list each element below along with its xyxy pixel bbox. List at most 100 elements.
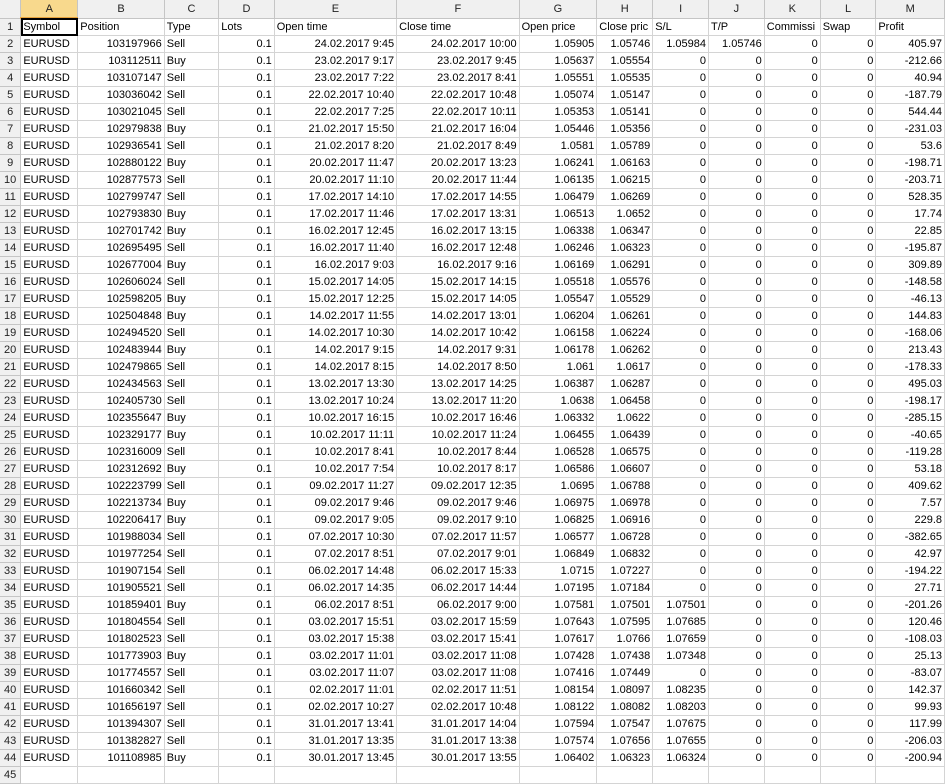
cell[interactable]: 09.02.2017 9:46 — [396, 494, 520, 512]
cell[interactable]: 0 — [820, 35, 877, 53]
cell[interactable]: 06.02.2017 14:35 — [274, 579, 398, 597]
cell[interactable]: 0 — [764, 69, 821, 87]
cell[interactable]: 1.07501 — [596, 596, 654, 614]
cell[interactable]: 0 — [820, 647, 877, 665]
cell[interactable]: 409.62 — [875, 477, 945, 495]
cell[interactable]: 42.97 — [875, 545, 945, 563]
cell[interactable]: 0 — [708, 86, 765, 104]
column-header-i[interactable]: I — [652, 0, 709, 19]
cell[interactable]: 0 — [764, 664, 821, 682]
cell[interactable]: 0 — [764, 698, 821, 716]
cell[interactable]: T/P — [708, 18, 765, 36]
cell[interactable]: 1.06163 — [596, 154, 654, 172]
cell[interactable]: 1.06788 — [596, 477, 654, 495]
cell[interactable]: 101394307 — [77, 715, 165, 733]
cell[interactable]: Sell — [164, 732, 220, 750]
cell[interactable]: 1.06513 — [519, 205, 598, 223]
cell[interactable]: Close pric — [596, 18, 654, 36]
cell[interactable]: Buy — [164, 222, 220, 240]
cell[interactable]: Close time — [396, 18, 520, 36]
cell[interactable]: 0 — [708, 511, 765, 529]
cell[interactable]: 1.08122 — [519, 698, 598, 716]
cell[interactable]: 0.1 — [218, 52, 275, 70]
cell[interactable]: 102701742 — [77, 222, 165, 240]
cell[interactable]: Lots — [218, 18, 275, 36]
cell[interactable]: 0.1 — [218, 154, 275, 172]
cell[interactable]: 0.1 — [218, 375, 275, 393]
cell[interactable]: Buy — [164, 154, 220, 172]
row-number[interactable]: 4 — [0, 69, 22, 87]
cell[interactable]: 0 — [764, 732, 821, 750]
cell[interactable]: 0 — [820, 358, 877, 376]
row-number[interactable]: 19 — [0, 324, 22, 342]
cell[interactable]: 102312692 — [77, 460, 165, 478]
cell[interactable]: 102213734 — [77, 494, 165, 512]
cell[interactable]: EURUSD — [20, 392, 79, 410]
cell[interactable]: 0 — [708, 494, 765, 512]
cell[interactable]: 06.02.2017 15:33 — [396, 562, 520, 580]
cell[interactable] — [875, 766, 945, 784]
cell[interactable]: 23.02.2017 7:22 — [274, 69, 398, 87]
cell[interactable]: 13.02.2017 10:24 — [274, 392, 398, 410]
cell[interactable] — [164, 766, 220, 784]
cell[interactable]: Buy — [164, 511, 220, 529]
row-number[interactable]: 28 — [0, 477, 22, 495]
cell[interactable]: 0 — [708, 681, 765, 699]
cell[interactable]: Buy — [164, 307, 220, 325]
cell[interactable]: 14.02.2017 9:15 — [274, 341, 398, 359]
cell[interactable]: 03.02.2017 15:51 — [274, 613, 398, 631]
cell[interactable]: 0 — [652, 256, 709, 274]
cell[interactable]: 1.05637 — [519, 52, 598, 70]
cell[interactable]: 22.85 — [875, 222, 945, 240]
cell[interactable]: 0.1 — [218, 460, 275, 478]
row-number[interactable]: 36 — [0, 613, 22, 631]
cell[interactable]: 09.02.2017 9:46 — [274, 494, 398, 512]
cell[interactable]: 1.05576 — [596, 273, 654, 291]
cell[interactable]: 0 — [708, 443, 765, 461]
cell[interactable]: 22.02.2017 7:25 — [274, 103, 398, 121]
cell[interactable]: 15.02.2017 14:05 — [396, 290, 520, 308]
cell[interactable]: 0 — [820, 409, 877, 427]
cell[interactable]: 0.1 — [218, 613, 275, 631]
select-all-corner[interactable] — [0, 0, 22, 19]
cell[interactable]: 0 — [652, 69, 709, 87]
cell[interactable]: -203.71 — [875, 171, 945, 189]
cell[interactable]: 0 — [708, 171, 765, 189]
cell[interactable]: 23.02.2017 9:17 — [274, 52, 398, 70]
cell[interactable]: Sell — [164, 358, 220, 376]
cell[interactable]: 0 — [708, 239, 765, 257]
cell[interactable]: 0.1 — [218, 630, 275, 648]
cell[interactable]: 101988034 — [77, 528, 165, 546]
cell[interactable]: 0 — [764, 477, 821, 495]
cell[interactable]: 1.05446 — [519, 120, 598, 138]
cell[interactable]: 0.1 — [218, 171, 275, 189]
row-number[interactable]: 31 — [0, 528, 22, 546]
cell[interactable]: Open time — [274, 18, 398, 36]
cell[interactable]: 0 — [708, 630, 765, 648]
cell[interactable]: 0.1 — [218, 596, 275, 614]
cell[interactable] — [764, 766, 821, 784]
cell[interactable]: 17.02.2017 14:10 — [274, 188, 398, 206]
cell[interactable]: 31.01.2017 13:41 — [274, 715, 398, 733]
cell[interactable]: 1.07685 — [652, 613, 709, 631]
cell[interactable]: Sell — [164, 681, 220, 699]
cell[interactable]: EURUSD — [20, 239, 79, 257]
cell[interactable]: 0 — [708, 460, 765, 478]
cell[interactable]: EURUSD — [20, 103, 79, 121]
cell[interactable]: S/L — [652, 18, 709, 36]
cell[interactable]: 0 — [652, 545, 709, 563]
cell[interactable]: 0 — [820, 511, 877, 529]
cell[interactable]: 0 — [820, 613, 877, 631]
cell[interactable]: 0 — [764, 358, 821, 376]
cell[interactable]: 1.06975 — [519, 494, 598, 512]
cell[interactable]: 21.02.2017 8:20 — [274, 137, 398, 155]
cell[interactable]: Profit — [875, 18, 945, 36]
cell[interactable]: 1.06241 — [519, 154, 598, 172]
cell[interactable]: 0 — [820, 69, 877, 87]
cell[interactable]: 02.02.2017 11:51 — [396, 681, 520, 699]
cell[interactable]: 0 — [764, 460, 821, 478]
cell[interactable]: 1.07416 — [519, 664, 598, 682]
cell[interactable]: 0 — [764, 171, 821, 189]
cell[interactable]: 0 — [764, 137, 821, 155]
cell[interactable]: 1.06586 — [519, 460, 598, 478]
